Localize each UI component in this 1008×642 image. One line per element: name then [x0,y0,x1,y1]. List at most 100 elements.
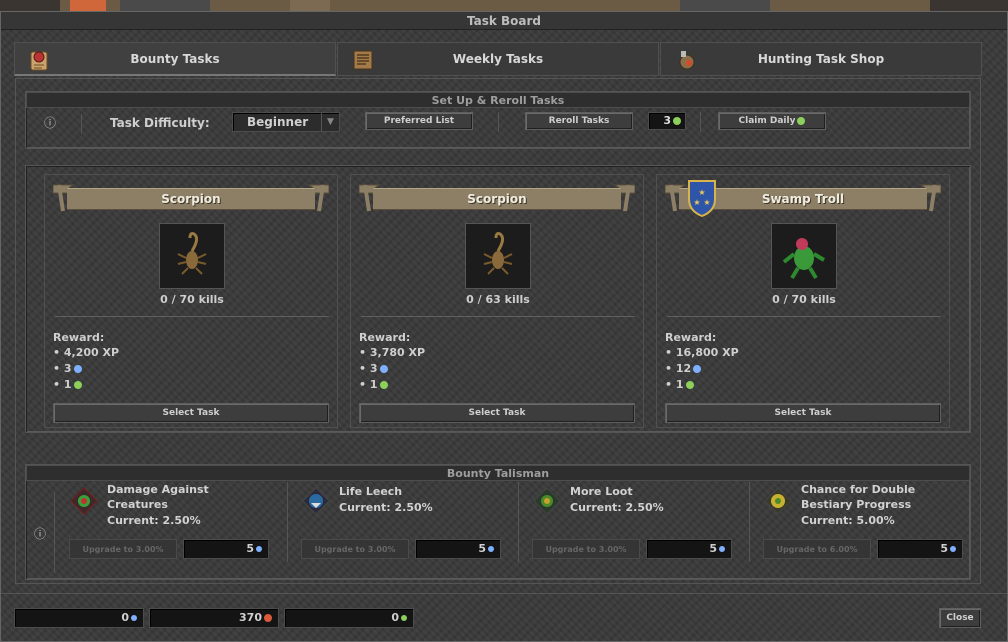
setup-section-title: Set Up & Reroll Tasks [26,92,970,108]
upgrade-cost-value: 5 [709,542,717,555]
talisman-current: Current: 2.50% [107,514,201,527]
reward-xp: • 4,200 XP [53,346,120,359]
bounty-points-balance: 0 [14,608,144,628]
token-icon [673,117,681,125]
select-task-button[interactable]: Select Task [665,403,941,423]
hunting-points-balance: 370 [149,608,279,628]
hunting-points-icon [264,614,272,622]
talisman-item-life-leech: Life Leech Current: 2.50% Upgrade to 3.0… [287,482,511,562]
select-task-button[interactable]: Select Task [53,403,329,423]
scorpion-icon [483,232,513,275]
reward-points: • 12 [665,362,702,375]
task-card: Scorpion 0 / 70 kills Reward: • 4,200 XP… [44,174,338,428]
divider [54,493,55,573]
tab-weekly-tasks[interactable]: Weekly Tasks [337,42,659,76]
upgrade-button[interactable]: Upgrade to 3.00% [532,539,640,559]
reward-label: Reward: [359,331,411,344]
tokens-balance: 0 [284,608,414,628]
talisman-title-line1: Life Leech [339,485,403,498]
tab-label: Weekly Tasks [452,52,544,66]
creature-portrait [465,223,531,289]
reward-tokens: • 1 [665,378,694,391]
claim-daily-button[interactable]: Claim Daily [718,112,826,130]
talisman-current: Current: 2.50% [570,501,664,514]
task-name: Scorpion [373,188,621,210]
bounty-points-value: 0 [121,611,129,624]
hunting-points-value: 370 [239,611,262,624]
bounty-points-icon [131,615,137,621]
reward-xp: • 3,780 XP [359,346,426,359]
task-difficulty-select[interactable]: Beginner ▼ [232,112,340,132]
talisman-item-bestiary: Chance for Double Bestiary Progress Curr… [749,482,973,562]
reward-points: • 3 [359,362,388,375]
bounty-scroll-icon [27,48,53,72]
reward-tokens-value: • 1 [665,378,684,391]
reward-points: • 3 [53,362,82,375]
reward-points-value: • 3 [53,362,72,375]
select-task-button[interactable]: Select Task [359,403,635,423]
claim-daily-label: Claim Daily [738,116,796,126]
divider [749,482,750,562]
info-icon[interactable]: ⓘ [34,525,46,542]
divider [55,316,329,317]
divider [667,316,941,317]
task-cards-section: Scorpion 0 / 70 kills Reward: • 4,200 XP… [25,165,971,433]
bounty-points-icon [950,546,956,552]
upgrade-cost: 5 [415,539,501,559]
token-icon [401,615,407,621]
talisman-current: Current: 2.50% [339,501,433,514]
task-difficulty-label: Task Difficulty: [110,116,210,130]
kill-progress: 0 / 70 kills [160,293,224,306]
upgrade-button[interactable]: Upgrade to 3.00% [69,539,177,559]
creature-portrait [771,223,837,289]
talisman-title-line1: Damage Against [107,483,209,496]
reward-tokens-value: • 1 [359,378,378,391]
reward-xp: • 16,800 XP [665,346,739,359]
upgrade-cost: 5 [646,539,732,559]
scorpion-icon [177,232,207,275]
shop-bag-icon [673,48,699,72]
reward-label: Reward: [53,331,105,344]
more-loot-talisman-icon [533,487,561,515]
reroll-cost-value: 3 [663,114,671,127]
chevron-down-icon[interactable]: ▼ [321,113,339,131]
footer-divider [1,593,1007,594]
token-icon [73,381,82,389]
reward-points-value: • 12 [665,362,692,375]
window-title: Task Board [1,12,1007,30]
divider [361,316,635,317]
tab-bounty-tasks[interactable]: Bounty Tasks [14,42,336,76]
close-button[interactable]: Close [939,608,981,628]
setup-section: Set Up & Reroll Tasks ⓘ Task Difficulty:… [25,91,971,149]
bounty-points-icon [488,546,494,552]
talisman-title-line2: Bestiary Progress [801,498,912,511]
bounty-points-icon [719,546,725,552]
talisman-title-line1: More Loot [570,485,633,498]
talisman-item-more-loot: More Loot Current: 2.50% Upgrade to 3.00… [518,482,742,562]
swamp-troll-icon [782,238,826,280]
tab-label: Hunting Task Shop [757,52,885,66]
preferred-list-button[interactable]: Preferred List [365,112,473,130]
task-card: Swamp Troll ★ ★ ★ 0 / 70 kills Reward: •… [656,174,950,428]
tokens-value: 0 [391,611,399,624]
reroll-tasks-button[interactable]: Reroll Tasks [525,112,633,130]
upgrade-cost: 5 [183,539,269,559]
info-icon[interactable]: ⓘ [44,114,56,131]
task-banner: Swamp Troll ★ ★ ★ [665,180,941,217]
preferred-shield-icon: ★ ★ ★ [688,180,716,217]
svg-text:★: ★ [693,198,700,207]
upgrade-button[interactable]: Upgrade to 6.00% [763,539,871,559]
bounty-points-icon [256,546,262,552]
damage-talisman-icon [70,487,98,515]
reward-points-value: • 3 [359,362,378,375]
task-banner: Scorpion [53,181,329,215]
task-board-window: Task Board Bounty Tasks Weekly Tasks Hun… [0,11,1008,642]
divider [700,112,701,132]
life-leech-talisman-icon [302,487,330,515]
token-icon [797,117,806,125]
svg-text:★: ★ [703,198,710,207]
kill-progress: 0 / 63 kills [466,293,530,306]
tab-hunting-task-shop[interactable]: Hunting Task Shop [660,42,982,76]
upgrade-button[interactable]: Upgrade to 3.00% [301,539,409,559]
upgrade-cost-value: 5 [246,542,254,555]
